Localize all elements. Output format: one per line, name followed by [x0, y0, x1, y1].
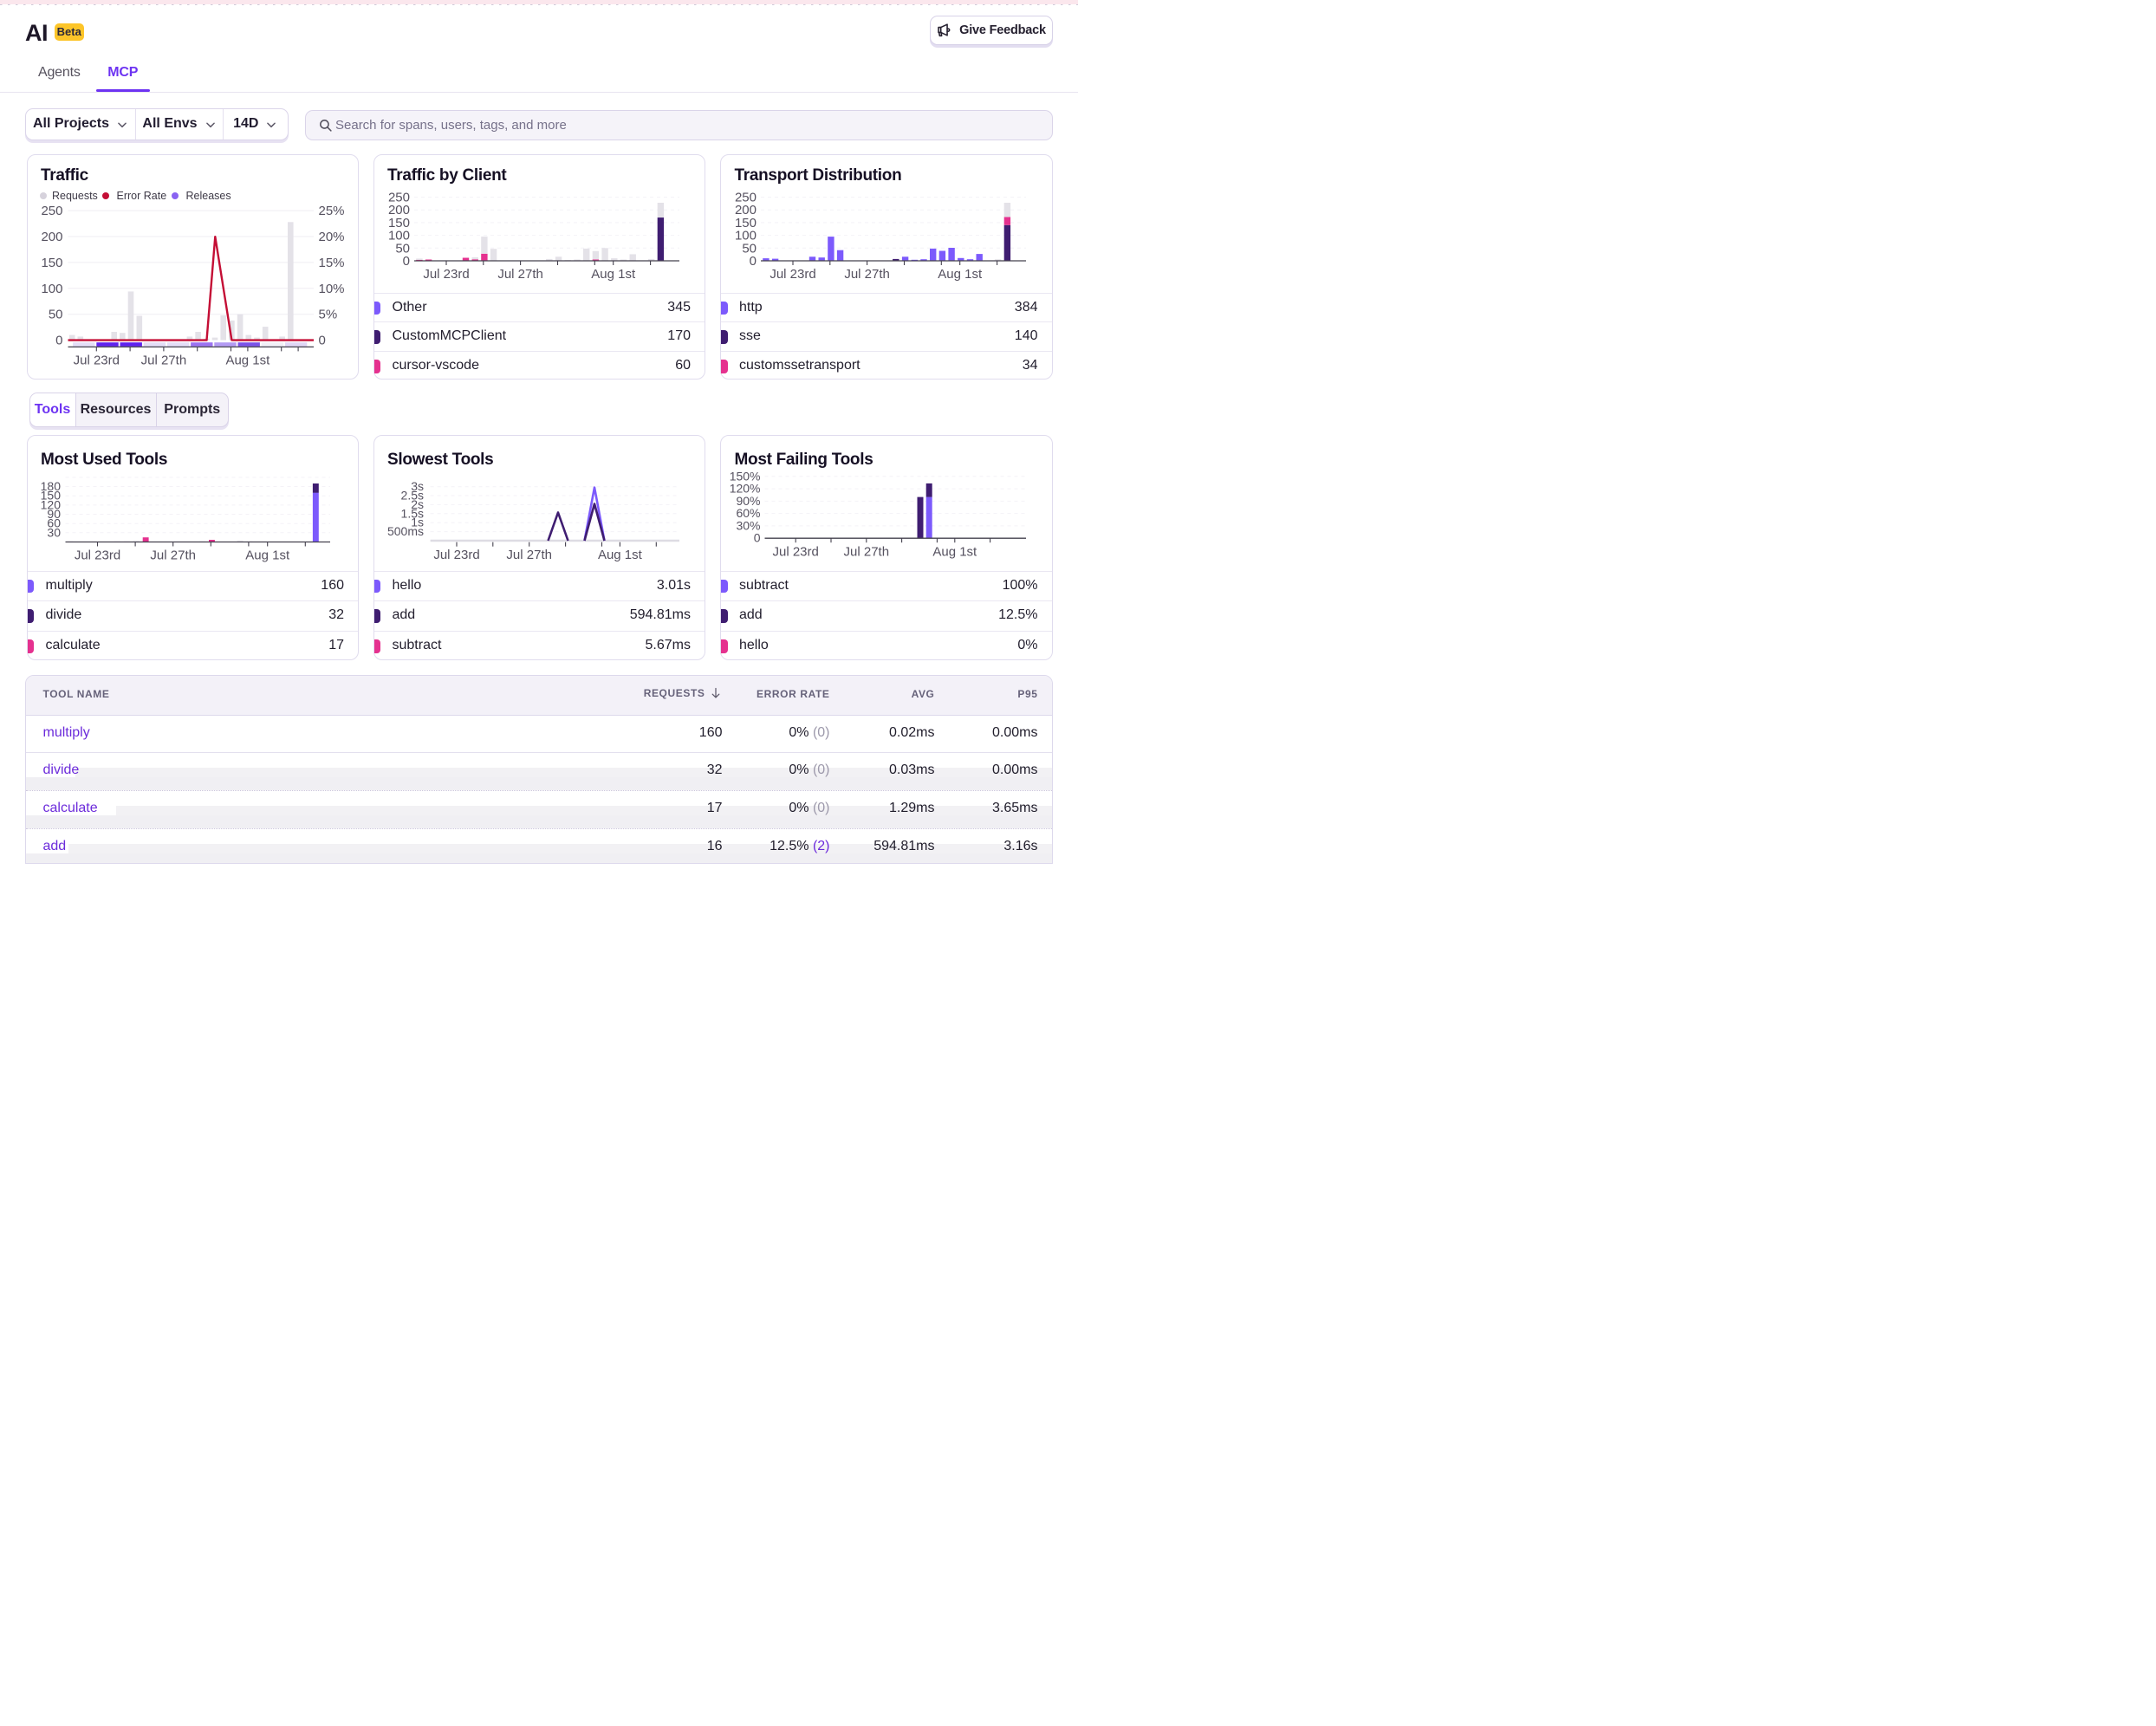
- svg-text:Jul 27th: Jul 27th: [844, 545, 890, 560]
- svg-text:Aug 1st: Aug 1st: [225, 354, 270, 368]
- svg-text:20%: 20%: [318, 230, 344, 244]
- svg-text:Jul 23rd: Jul 23rd: [770, 267, 815, 282]
- svg-text:Aug 1st: Aug 1st: [932, 545, 977, 560]
- svg-text:Jul 23rd: Jul 23rd: [423, 267, 469, 282]
- svg-text:Jul 27th: Jul 27th: [844, 267, 890, 282]
- svg-text:Aug 1st: Aug 1st: [938, 267, 983, 282]
- svg-text:Aug 1st: Aug 1st: [597, 548, 642, 562]
- svg-text:200: 200: [41, 230, 62, 244]
- svg-text:Jul 27th: Jul 27th: [150, 548, 196, 563]
- svg-text:Jul 23rd: Jul 23rd: [433, 548, 479, 562]
- svg-text:5%: 5%: [318, 308, 337, 322]
- svg-text:30: 30: [47, 525, 61, 539]
- svg-text:50: 50: [48, 308, 62, 322]
- svg-text:15%: 15%: [318, 256, 344, 270]
- svg-text:0: 0: [750, 254, 757, 269]
- svg-text:Jul 23rd: Jul 23rd: [74, 548, 120, 563]
- svg-text:250: 250: [41, 204, 62, 218]
- svg-text:500ms: 500ms: [386, 524, 423, 538]
- svg-text:0: 0: [754, 531, 761, 545]
- svg-text:0: 0: [318, 334, 325, 348]
- svg-text:0: 0: [402, 254, 409, 269]
- svg-text:Aug 1st: Aug 1st: [591, 267, 636, 282]
- svg-text:0: 0: [55, 334, 62, 348]
- svg-text:10%: 10%: [318, 282, 344, 296]
- svg-text:25%: 25%: [318, 204, 344, 218]
- svg-text:100: 100: [41, 282, 62, 296]
- svg-text:150: 150: [41, 256, 62, 270]
- svg-text:Jul 23rd: Jul 23rd: [773, 545, 819, 560]
- svg-text:Aug 1st: Aug 1st: [245, 548, 290, 563]
- svg-text:Jul 27th: Jul 27th: [497, 267, 543, 282]
- svg-text:Jul 27th: Jul 27th: [140, 354, 186, 368]
- svg-text:Jul 23rd: Jul 23rd: [73, 354, 119, 368]
- svg-text:Jul 27th: Jul 27th: [506, 548, 552, 562]
